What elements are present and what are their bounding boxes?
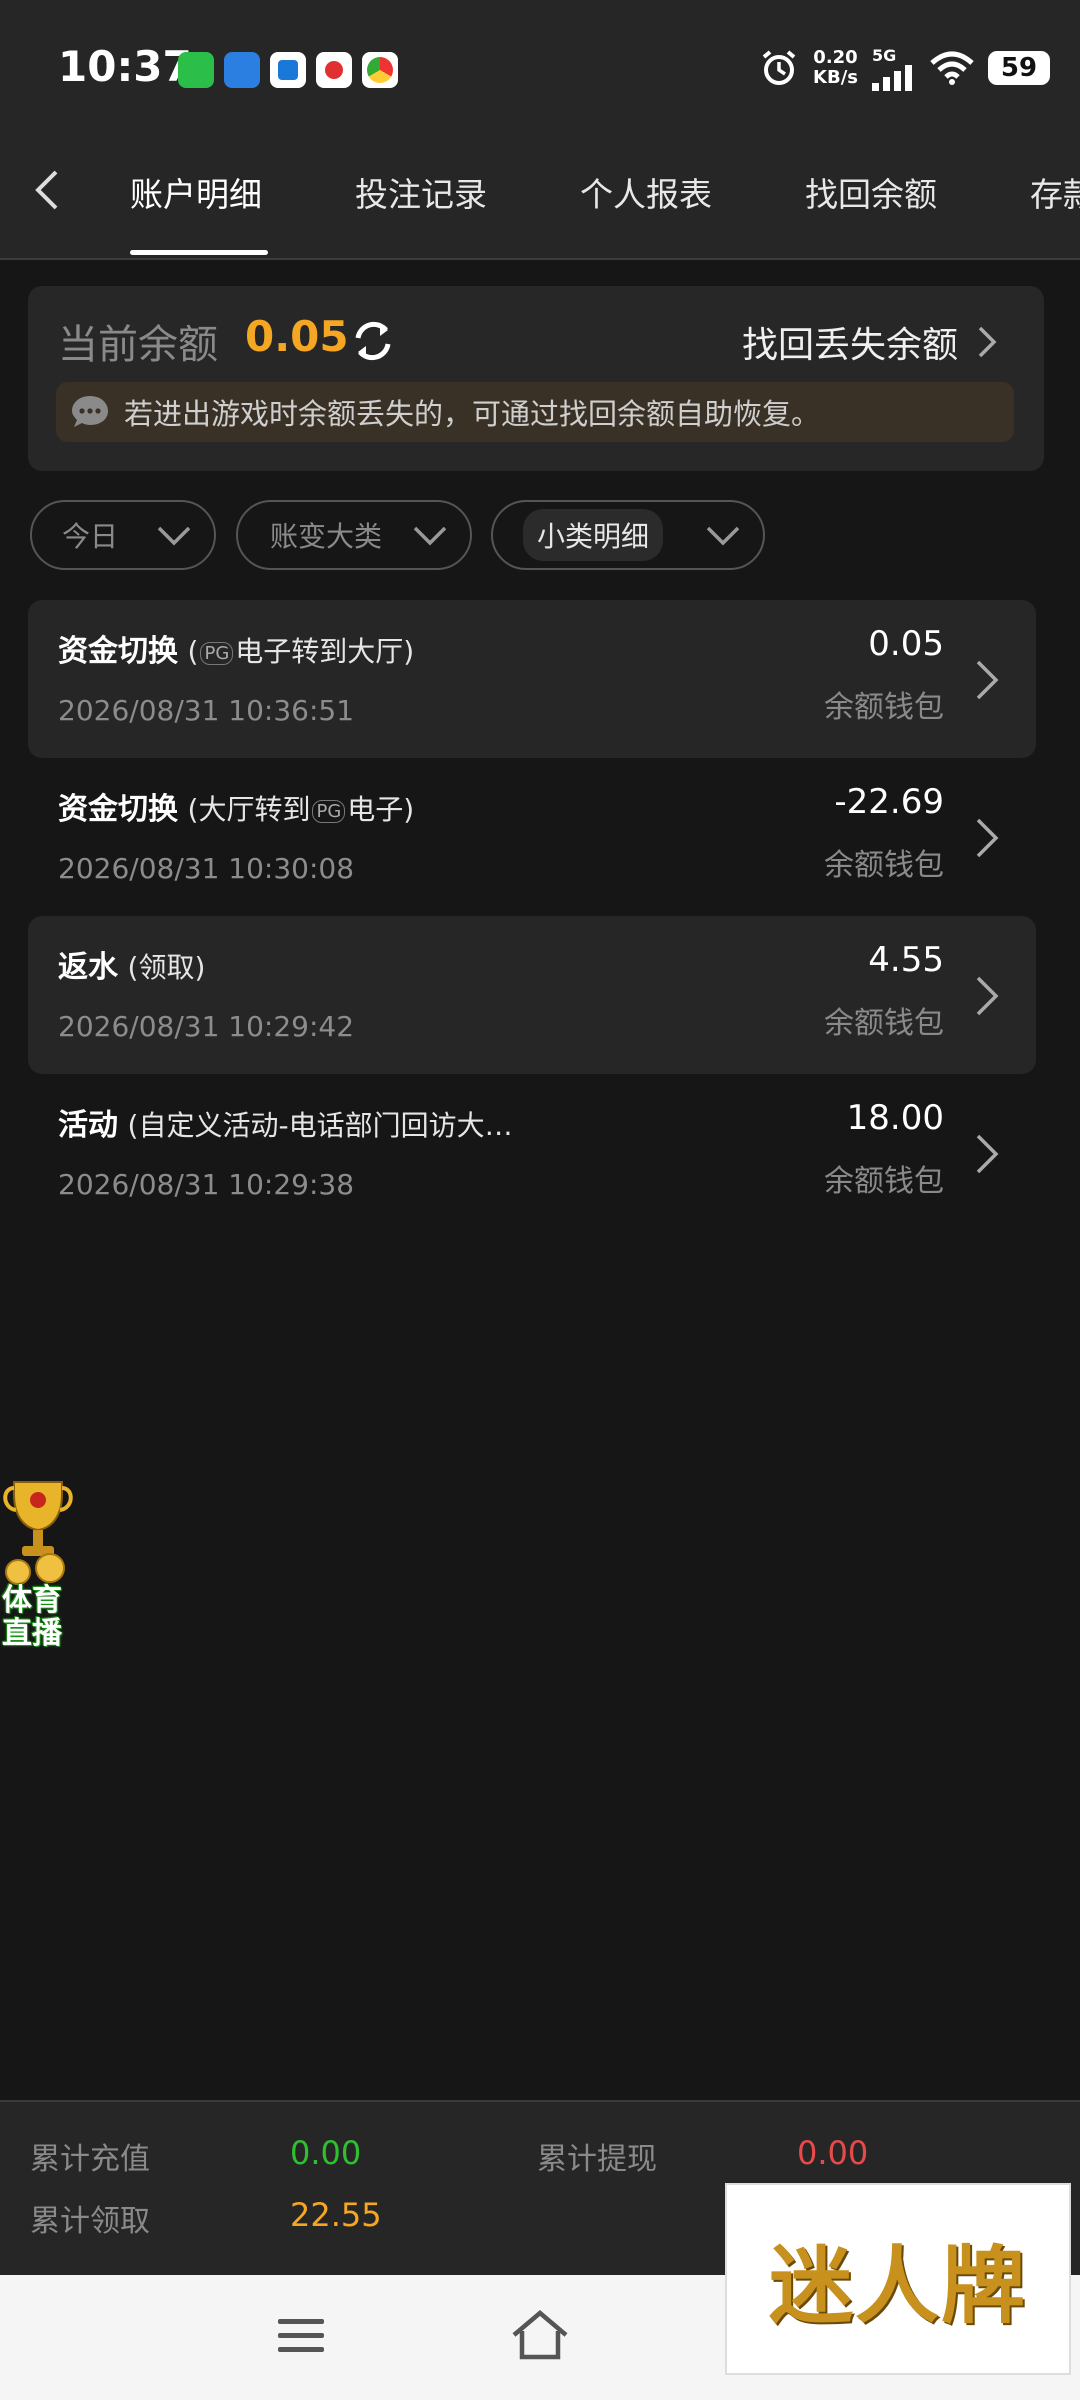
sports-live-widget[interactable]: 体育 直播 [0,1476,76,1656]
chevron-right-icon [978,326,997,358]
balance-value: 0.05 [245,312,349,361]
list-item[interactable]: 资金切换 (PG 电子转到大厅) 2026/08/31 10:36:51 0.05… [28,600,1036,758]
total-recharge-label: 累计充值 [30,2142,150,2177]
chevron-down-icon [706,526,740,546]
record-amount: 4.55 [868,940,944,980]
record-wallet: 余额钱包 [824,1164,944,1199]
record-detail: (大厅转到 PG 电子) [187,793,415,826]
chevron-down-icon [157,526,191,546]
alarm-icon [762,50,796,85]
notice-text: 若进出游戏时余额丢失的，可通过找回余额自助恢复。 [124,397,821,431]
status-icons: 0.20 KB/s 5G 59 [759,44,1050,92]
network-type: 5G [872,45,897,65]
list-item[interactable]: 资金切换 (大厅转到 PG 电子) 2026/08/31 10:30:08 -22.… [28,758,1036,916]
app-icon [224,52,260,88]
filter-subcategory-label: 小类明细 [523,509,664,561]
active-tab-indicator [130,250,268,255]
record-type: 资金切换 [58,792,178,827]
record-amount: 0.05 [868,624,944,664]
recover-lost-balance-link[interactable]: 找回丢失余额 [742,316,998,368]
total-recharge-value: 0.00 [290,2134,362,2172]
record-type: 返水 [58,950,118,985]
message-icon [72,396,108,427]
chrome-icon [362,52,398,88]
trophy-icon [3,1481,73,1585]
recover-lost-balance-label: 找回丢失余额 [742,325,959,366]
record-type: 活动 [58,1108,118,1143]
status-time: 10:37 [58,42,192,91]
list-item[interactable]: 返水 (领取) 2026/08/31 10:29:42 4.55 余额钱包 [28,916,1036,1074]
record-date: 2026/08/31 10:30:08 [58,852,355,885]
record-date: 2026/08/31 10:29:42 [58,1010,355,1043]
record-wallet: 余额钱包 [824,848,944,883]
tab-personal-report[interactable]: 个人报表 [580,168,712,216]
record-date: 2026/08/31 10:29:38 [58,1168,355,1201]
balance-label: 当前余额 [58,322,218,368]
network-speed: 0.20 KB/s [813,47,858,88]
chevron-down-icon [413,526,447,546]
filter-date-label: 今日 [62,520,119,553]
record-date: 2026/08/31 10:36:51 [58,694,355,727]
refresh-icon[interactable] [350,318,396,364]
tab-deposit[interactable]: 存款 [1030,168,1080,216]
record-amount: 18.00 [846,1098,944,1138]
logo-text: 迷人牌 [768,2235,1027,2335]
notice-banner: 若进出游戏时余额丢失的，可通过找回余额自助恢复。 [56,382,1014,442]
filter-category[interactable]: 账变大类 [236,500,472,570]
tab-recover-balance[interactable]: 找回余额 [805,168,937,216]
menu-icon[interactable] [276,2315,326,2357]
chevron-right-icon [976,660,999,700]
back-arrow-icon[interactable] [28,168,68,212]
home-icon[interactable] [510,2309,570,2361]
total-claim-value: 22.55 [290,2196,382,2234]
wechat-icon [178,52,214,88]
pg-logo-icon: PG [200,641,234,665]
tab-account-detail[interactable]: 账户明细 [130,168,262,216]
record-detail: (领取) [127,951,206,984]
tab-bet-records[interactable]: 投注记录 [355,168,487,216]
wifi-icon [930,51,974,85]
chevron-right-icon [976,976,999,1016]
app-icon [316,52,352,88]
total-withdraw-value: 0.00 [797,2134,869,2172]
filter-date[interactable]: 今日 [30,500,216,570]
record-wallet: 余额钱包 [824,1006,944,1041]
battery-indicator: 59 [988,51,1050,85]
total-claim-label: 累计领取 [30,2204,150,2239]
record-detail: (自定义活动-电话部门回访大… [127,1109,513,1142]
brand-logo: 迷人牌 [725,2183,1071,2375]
record-amount: -22.69 [834,782,944,822]
list-item[interactable]: 活动 (自定义活动-电话部门回访大… 2026/08/31 10:29:38 1… [28,1074,1036,1232]
record-type: 资金切换 [58,634,178,669]
pg-logo-icon: PG [312,799,346,823]
record-detail: (PG 电子转到大厅) [187,635,415,668]
filter-subcategory[interactable]: 小类明细 [491,500,765,570]
signal-icon [872,64,912,91]
record-wallet: 余额钱包 [824,690,944,725]
chevron-right-icon [976,1134,999,1174]
total-withdraw-label: 累计提现 [537,2142,657,2177]
filter-category-label: 账变大类 [270,520,383,553]
app-icon [270,52,306,88]
chevron-right-icon [976,818,999,858]
